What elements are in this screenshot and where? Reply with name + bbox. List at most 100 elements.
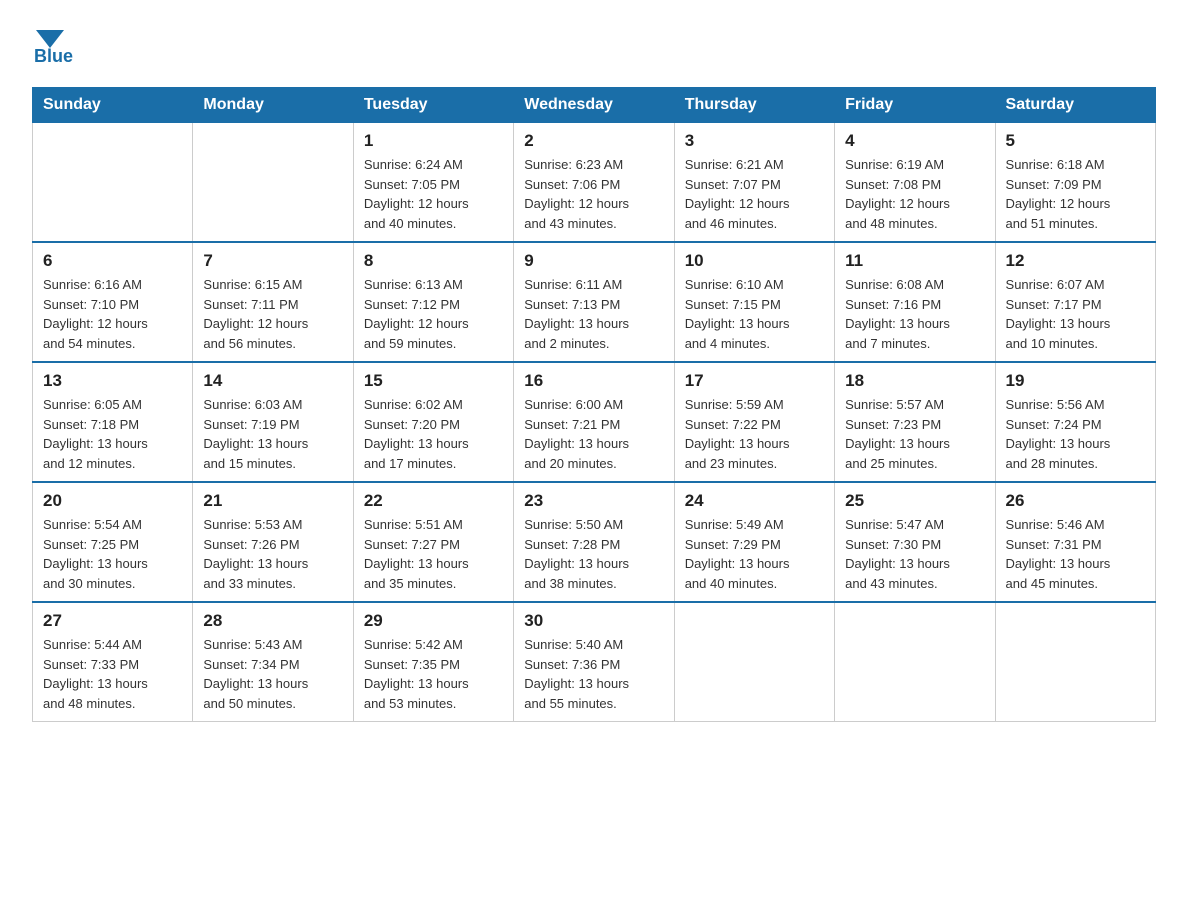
- calendar-cell: 13 Sunrise: 6:05 AM Sunset: 7:18 PM Dayli…: [33, 362, 193, 482]
- calendar-cell: 17Sunrise: 5:59 AM Sunset: 7:22 PM Dayli…: [674, 362, 834, 482]
- day-number: 25: [845, 491, 984, 511]
- weekday-header-thursday: Thursday: [674, 88, 834, 123]
- day-info: Sunrise: 6:21 AM Sunset: 7:07 PM Dayligh…: [685, 155, 824, 233]
- calendar-cell: 1 Sunrise: 6:24 AM Sunset: 7:05 PM Daylig…: [353, 123, 513, 243]
- calendar-cell: 7 Sunrise: 6:15 AM Sunset: 7:11 PM Daylig…: [193, 242, 353, 362]
- calendar-cell: 22 Sunrise: 5:51 AM Sunset: 7:27 PM Dayli…: [353, 482, 513, 602]
- day-info: Sunrise: 6:00 AM Sunset: 7:21 PM Dayligh…: [524, 395, 663, 473]
- day-info: Sunrise: 5:54 AM Sunset: 7:25 PM Dayligh…: [43, 515, 182, 593]
- calendar-cell: 29 Sunrise: 5:42 AM Sunset: 7:35 PM Dayli…: [353, 602, 513, 722]
- day-info: Sunrise: 6:24 AM Sunset: 7:05 PM Dayligh…: [364, 155, 503, 233]
- day-info: Sunrise: 5:42 AM Sunset: 7:35 PM Dayligh…: [364, 635, 503, 713]
- calendar-cell: 9Sunrise: 6:11 AM Sunset: 7:13 PM Daylig…: [514, 242, 674, 362]
- calendar-cell: 14 Sunrise: 6:03 AM Sunset: 7:19 PM Dayli…: [193, 362, 353, 482]
- calendar-cell: 28Sunrise: 5:43 AM Sunset: 7:34 PM Dayli…: [193, 602, 353, 722]
- calendar-cell: 11 Sunrise: 6:08 AM Sunset: 7:16 PM Dayli…: [835, 242, 995, 362]
- day-number: 1: [364, 131, 503, 151]
- calendar-week-row: 6 Sunrise: 6:16 AM Sunset: 7:10 PM Daylig…: [33, 242, 1156, 362]
- calendar-cell: 5 Sunrise: 6:18 AM Sunset: 7:09 PM Daylig…: [995, 123, 1155, 243]
- calendar-cell: 18Sunrise: 5:57 AM Sunset: 7:23 PM Dayli…: [835, 362, 995, 482]
- day-info: Sunrise: 5:46 AM Sunset: 7:31 PM Dayligh…: [1006, 515, 1145, 593]
- day-number: 20: [43, 491, 182, 511]
- day-number: 8: [364, 251, 503, 271]
- day-number: 22: [364, 491, 503, 511]
- calendar-table: SundayMondayTuesdayWednesdayThursdayFrid…: [32, 87, 1156, 722]
- day-number: 7: [203, 251, 342, 271]
- day-number: 19: [1006, 371, 1145, 391]
- calendar-cell: 25Sunrise: 5:47 AM Sunset: 7:30 PM Dayli…: [835, 482, 995, 602]
- calendar-cell: 30 Sunrise: 5:40 AM Sunset: 7:36 PM Dayli…: [514, 602, 674, 722]
- calendar-cell: 16 Sunrise: 6:00 AM Sunset: 7:21 PM Dayli…: [514, 362, 674, 482]
- calendar-cell: 6 Sunrise: 6:16 AM Sunset: 7:10 PM Daylig…: [33, 242, 193, 362]
- calendar-cell: 20 Sunrise: 5:54 AM Sunset: 7:25 PM Dayli…: [33, 482, 193, 602]
- calendar-cell: 19 Sunrise: 5:56 AM Sunset: 7:24 PM Dayli…: [995, 362, 1155, 482]
- logo: Blue: [32, 24, 73, 67]
- day-info: Sunrise: 5:51 AM Sunset: 7:27 PM Dayligh…: [364, 515, 503, 593]
- calendar-header-row: SundayMondayTuesdayWednesdayThursdayFrid…: [33, 88, 1156, 123]
- day-info: Sunrise: 6:08 AM Sunset: 7:16 PM Dayligh…: [845, 275, 984, 353]
- day-info: Sunrise: 6:19 AM Sunset: 7:08 PM Dayligh…: [845, 155, 984, 233]
- day-info: Sunrise: 6:15 AM Sunset: 7:11 PM Dayligh…: [203, 275, 342, 353]
- day-info: Sunrise: 5:49 AM Sunset: 7:29 PM Dayligh…: [685, 515, 824, 593]
- day-info: Sunrise: 5:50 AM Sunset: 7:28 PM Dayligh…: [524, 515, 663, 593]
- calendar-cell: 15 Sunrise: 6:02 AM Sunset: 7:20 PM Dayli…: [353, 362, 513, 482]
- day-info: Sunrise: 5:56 AM Sunset: 7:24 PM Dayligh…: [1006, 395, 1145, 473]
- day-number: 16: [524, 371, 663, 391]
- calendar-week-row: 27 Sunrise: 5:44 AM Sunset: 7:33 PM Dayli…: [33, 602, 1156, 722]
- day-info: Sunrise: 6:16 AM Sunset: 7:10 PM Dayligh…: [43, 275, 182, 353]
- weekday-header-wednesday: Wednesday: [514, 88, 674, 123]
- day-number: 26: [1006, 491, 1145, 511]
- day-number: 5: [1006, 131, 1145, 151]
- calendar-week-row: 1 Sunrise: 6:24 AM Sunset: 7:05 PM Daylig…: [33, 123, 1156, 243]
- calendar-cell: 26 Sunrise: 5:46 AM Sunset: 7:31 PM Dayli…: [995, 482, 1155, 602]
- day-info: Sunrise: 5:40 AM Sunset: 7:36 PM Dayligh…: [524, 635, 663, 713]
- weekday-header-sunday: Sunday: [33, 88, 193, 123]
- day-number: 21: [203, 491, 342, 511]
- calendar-cell: 3 Sunrise: 6:21 AM Sunset: 7:07 PM Daylig…: [674, 123, 834, 243]
- day-number: 23: [524, 491, 663, 511]
- day-number: 15: [364, 371, 503, 391]
- day-info: Sunrise: 6:02 AM Sunset: 7:20 PM Dayligh…: [364, 395, 503, 473]
- day-info: Sunrise: 6:03 AM Sunset: 7:19 PM Dayligh…: [203, 395, 342, 473]
- day-info: Sunrise: 5:53 AM Sunset: 7:26 PM Dayligh…: [203, 515, 342, 593]
- day-number: 27: [43, 611, 182, 631]
- calendar-cell: [193, 123, 353, 243]
- day-number: 29: [364, 611, 503, 631]
- calendar-cell: [674, 602, 834, 722]
- day-number: 11: [845, 251, 984, 271]
- day-info: Sunrise: 6:18 AM Sunset: 7:09 PM Dayligh…: [1006, 155, 1145, 233]
- day-number: 12: [1006, 251, 1145, 271]
- day-number: 6: [43, 251, 182, 271]
- weekday-header-tuesday: Tuesday: [353, 88, 513, 123]
- day-info: Sunrise: 6:13 AM Sunset: 7:12 PM Dayligh…: [364, 275, 503, 353]
- day-info: Sunrise: 5:43 AM Sunset: 7:34 PM Dayligh…: [203, 635, 342, 713]
- day-number: 2: [524, 131, 663, 151]
- day-number: 24: [685, 491, 824, 511]
- weekday-header-saturday: Saturday: [995, 88, 1155, 123]
- calendar-cell: 12Sunrise: 6:07 AM Sunset: 7:17 PM Dayli…: [995, 242, 1155, 362]
- day-number: 3: [685, 131, 824, 151]
- calendar-week-row: 20 Sunrise: 5:54 AM Sunset: 7:25 PM Dayli…: [33, 482, 1156, 602]
- calendar-cell: [835, 602, 995, 722]
- calendar-week-row: 13 Sunrise: 6:05 AM Sunset: 7:18 PM Dayli…: [33, 362, 1156, 482]
- logo-subtitle: Blue: [32, 46, 73, 67]
- day-number: 30: [524, 611, 663, 631]
- calendar-cell: 23 Sunrise: 5:50 AM Sunset: 7:28 PM Dayli…: [514, 482, 674, 602]
- day-number: 14: [203, 371, 342, 391]
- calendar-cell: 8 Sunrise: 6:13 AM Sunset: 7:12 PM Daylig…: [353, 242, 513, 362]
- day-number: 18: [845, 371, 984, 391]
- weekday-header-monday: Monday: [193, 88, 353, 123]
- day-number: 9: [524, 251, 663, 271]
- calendar-cell: 10 Sunrise: 6:10 AM Sunset: 7:15 PM Dayli…: [674, 242, 834, 362]
- calendar-cell: 21 Sunrise: 5:53 AM Sunset: 7:26 PM Dayli…: [193, 482, 353, 602]
- day-number: 4: [845, 131, 984, 151]
- day-number: 13: [43, 371, 182, 391]
- day-number: 17: [685, 371, 824, 391]
- day-info: Sunrise: 5:44 AM Sunset: 7:33 PM Dayligh…: [43, 635, 182, 713]
- calendar-cell: 27 Sunrise: 5:44 AM Sunset: 7:33 PM Dayli…: [33, 602, 193, 722]
- day-info: Sunrise: 6:05 AM Sunset: 7:18 PM Dayligh…: [43, 395, 182, 473]
- calendar-cell: 4 Sunrise: 6:19 AM Sunset: 7:08 PM Daylig…: [835, 123, 995, 243]
- day-number: 10: [685, 251, 824, 271]
- day-info: Sunrise: 6:10 AM Sunset: 7:15 PM Dayligh…: [685, 275, 824, 353]
- day-info: Sunrise: 6:23 AM Sunset: 7:06 PM Dayligh…: [524, 155, 663, 233]
